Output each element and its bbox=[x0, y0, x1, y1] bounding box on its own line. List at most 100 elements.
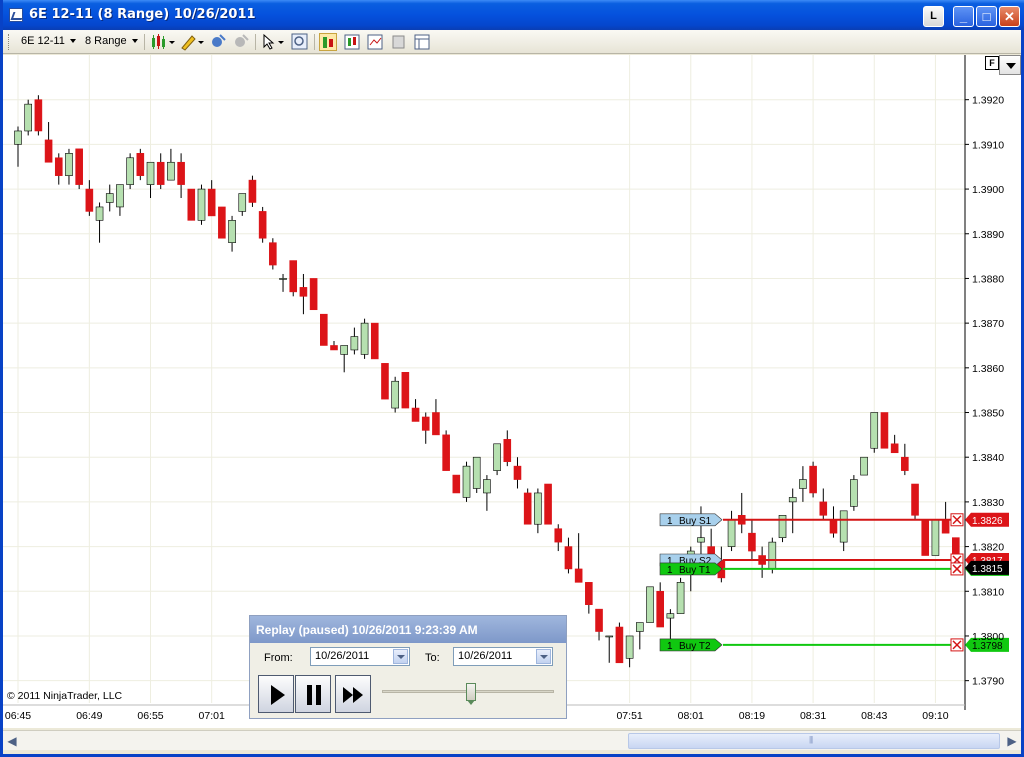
copyright-text: © 2011 NinjaTrader, LLC bbox=[7, 690, 123, 702]
candle-up bbox=[116, 184, 124, 208]
candle-down bbox=[513, 465, 522, 480]
order-qty: 1 bbox=[667, 641, 673, 652]
candle-down bbox=[85, 188, 94, 212]
strategy-icon[interactable] bbox=[232, 33, 250, 51]
to-date-picker[interactable]: 10/26/2011 bbox=[453, 647, 553, 666]
candle-down bbox=[421, 416, 430, 431]
candle-up bbox=[65, 153, 73, 176]
candle-down bbox=[595, 608, 603, 632]
x-tick-label: 08:19 bbox=[739, 710, 765, 722]
candle-down bbox=[156, 161, 165, 185]
pointer-icon[interactable] bbox=[261, 33, 284, 51]
replay-title[interactable]: Replay (paused) 10/26/2011 9:23:39 AM bbox=[250, 616, 566, 643]
candle-up bbox=[697, 537, 705, 543]
candle-down bbox=[554, 528, 563, 543]
x-tick-label: 07:01 bbox=[199, 710, 225, 722]
candle-up bbox=[483, 479, 491, 494]
price-marker-label: 1.3826 bbox=[972, 516, 1003, 527]
horizontal-scrollbar[interactable]: ◀ ▶ bbox=[3, 730, 1021, 750]
candle-down bbox=[442, 434, 450, 471]
app-chart-icon bbox=[9, 8, 23, 22]
candle-down bbox=[401, 371, 410, 409]
link-button[interactable]: L bbox=[923, 6, 944, 27]
candle-down bbox=[269, 242, 277, 266]
to-label: To: bbox=[425, 652, 440, 664]
candle-down bbox=[248, 179, 257, 203]
candle-up bbox=[462, 465, 471, 498]
data-box-icon[interactable] bbox=[343, 33, 361, 51]
interval-dropdown[interactable]: 8 Range bbox=[85, 35, 138, 47]
candle-up bbox=[228, 220, 236, 243]
close-button[interactable]: ✕ bbox=[999, 6, 1020, 27]
zoom-icon[interactable] bbox=[291, 33, 309, 51]
candle-down bbox=[299, 287, 308, 297]
chart-trader-icon[interactable] bbox=[319, 33, 337, 51]
candle-up bbox=[778, 515, 787, 538]
minimize-button[interactable]: _ bbox=[953, 6, 974, 27]
candle-up bbox=[839, 510, 848, 543]
f-toggle-button[interactable]: F bbox=[985, 56, 999, 70]
candle-up bbox=[105, 193, 114, 203]
candle-down bbox=[136, 153, 145, 176]
candle-up bbox=[931, 519, 940, 556]
candle-down bbox=[829, 519, 838, 534]
y-tick-label: 1.3900 bbox=[972, 184, 1004, 196]
play-button[interactable] bbox=[258, 675, 294, 713]
candle-down bbox=[75, 148, 83, 185]
candle-down bbox=[320, 313, 328, 346]
candle-up bbox=[472, 456, 481, 489]
y-tick-label: 1.3840 bbox=[972, 452, 1004, 464]
fast-forward-button[interactable] bbox=[335, 675, 371, 713]
properties-icon[interactable] bbox=[366, 33, 384, 51]
candle-down bbox=[452, 474, 461, 494]
y-tick-label: 1.3790 bbox=[972, 676, 1004, 688]
from-label: From: bbox=[264, 652, 293, 664]
candle-down bbox=[819, 501, 828, 516]
x-tick-label: 08:31 bbox=[800, 710, 826, 722]
candle-down bbox=[370, 322, 379, 360]
x-tick-label: 08:43 bbox=[861, 710, 887, 722]
maximize-button[interactable]: □ bbox=[976, 6, 997, 27]
candle-up bbox=[666, 613, 675, 619]
pause-icon bbox=[307, 685, 321, 705]
candle-up bbox=[95, 206, 104, 221]
replay-speed-slider[interactable] bbox=[466, 683, 477, 705]
candle-down bbox=[544, 483, 552, 525]
chart-toolbar: 6E 12-11 8 Range bbox=[3, 30, 1021, 54]
order-qty: 1 bbox=[667, 516, 673, 527]
title-bar[interactable]: 6E 12-11 (8 Range) 10/26/2011 L _ □ ✕ bbox=[3, 0, 1024, 30]
candle-up bbox=[493, 443, 501, 471]
fast-forward-icon bbox=[343, 687, 363, 703]
candle-up bbox=[391, 380, 399, 409]
candle-down bbox=[330, 345, 338, 351]
candle-down bbox=[187, 188, 196, 221]
from-date-dropdown-icon[interactable] bbox=[393, 649, 408, 664]
play-icon bbox=[271, 685, 285, 705]
candle-down bbox=[921, 519, 930, 556]
candlestick-style-icon[interactable] bbox=[150, 33, 175, 51]
toolbar-grip[interactable] bbox=[8, 34, 11, 50]
candle-up bbox=[870, 412, 879, 449]
instrument-dropdown[interactable]: 6E 12-11 bbox=[21, 35, 76, 47]
pencil-draw-icon[interactable] bbox=[179, 33, 204, 51]
scroll-right-icon[interactable]: ▶ bbox=[1003, 732, 1021, 750]
panel-icon[interactable] bbox=[413, 33, 431, 51]
scroll-left-icon[interactable]: ◀ bbox=[3, 732, 21, 750]
candle-down bbox=[411, 407, 420, 422]
snapshot-icon[interactable] bbox=[390, 33, 408, 51]
candle-down bbox=[656, 590, 664, 628]
candle-down bbox=[901, 456, 909, 471]
pause-button[interactable] bbox=[295, 675, 331, 713]
candle-up bbox=[860, 456, 868, 476]
y-tick-label: 1.3860 bbox=[972, 363, 1004, 375]
candle-up bbox=[350, 336, 359, 351]
scroll-thumb[interactable] bbox=[628, 733, 1000, 749]
indicator-add-icon[interactable] bbox=[209, 33, 227, 51]
candle-down bbox=[258, 211, 267, 239]
chart-menu-chevron-icon[interactable] bbox=[999, 55, 1021, 75]
to-date-dropdown-icon[interactable] bbox=[536, 649, 551, 664]
window-title: 6E 12-11 (8 Range) 10/26/2011 bbox=[29, 7, 256, 22]
candle-down bbox=[809, 465, 817, 494]
candle-up bbox=[646, 586, 654, 623]
from-date-picker[interactable]: 10/26/2011 bbox=[310, 647, 410, 666]
